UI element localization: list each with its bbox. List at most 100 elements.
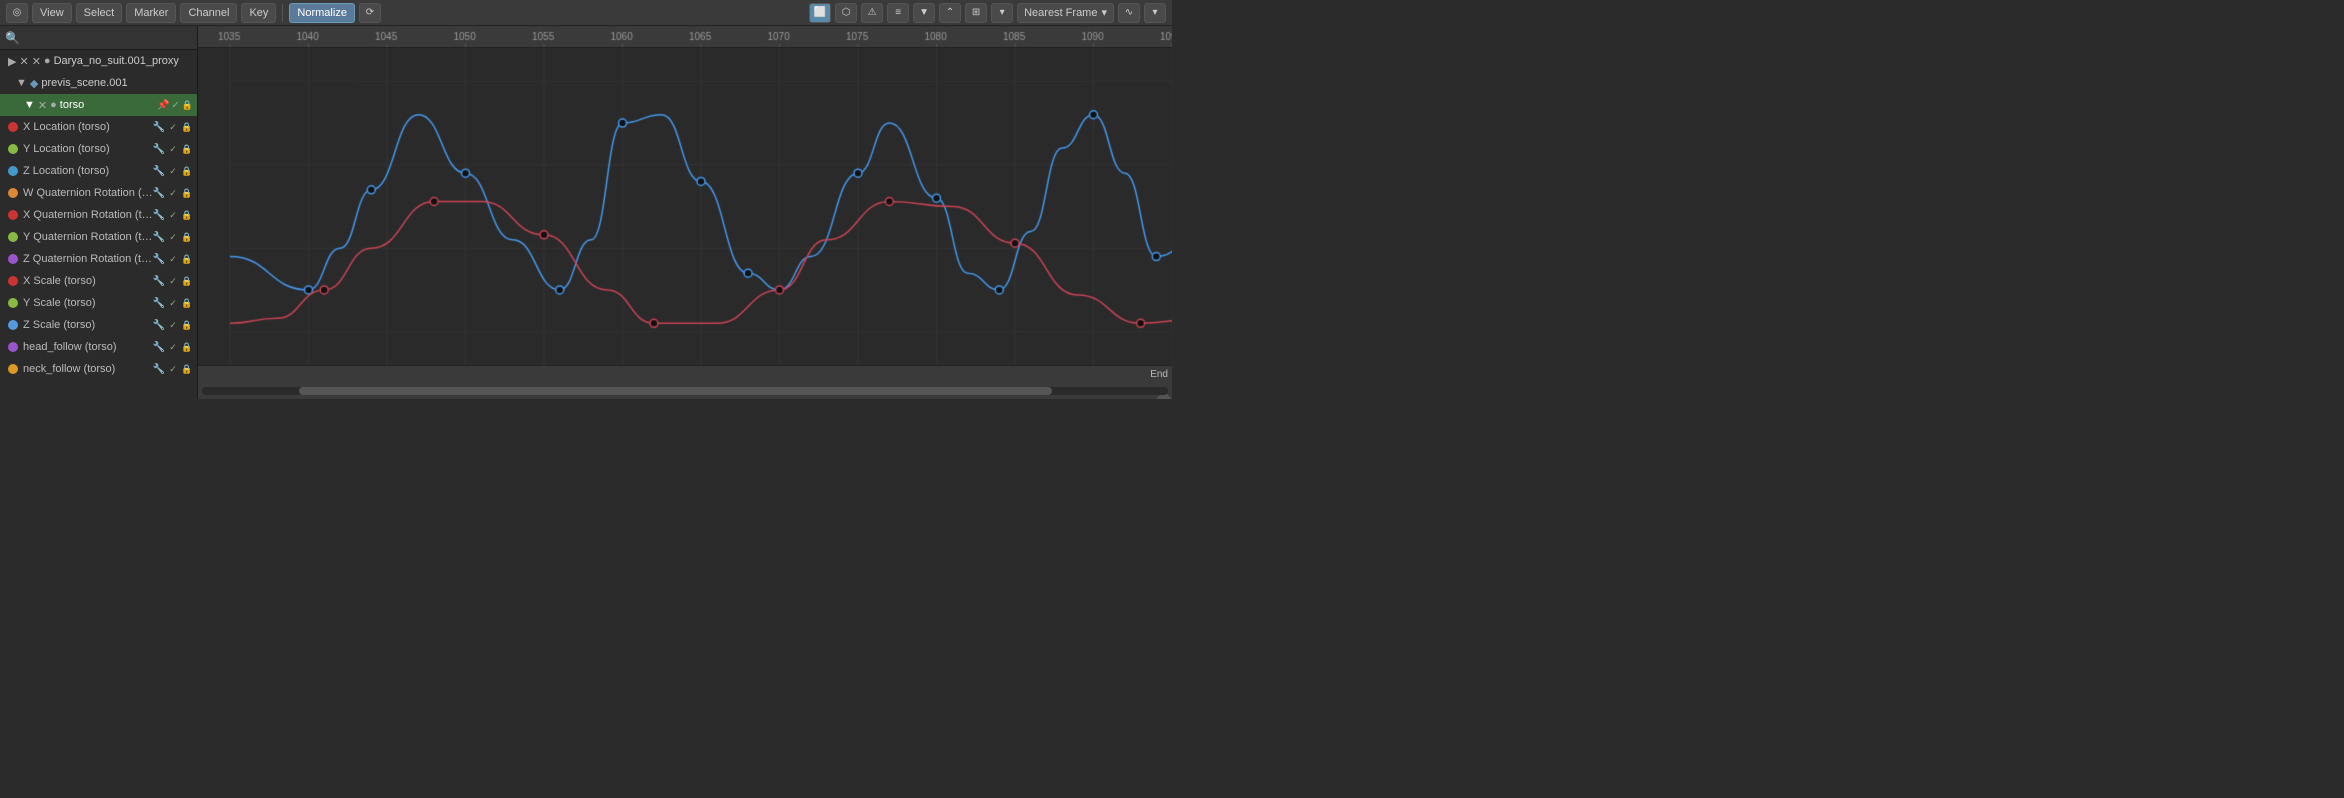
channel-item-w_quat[interactable]: W Quaternion Rotation (torso) 🔧 ✓ 🔒 [0,182,197,204]
channel-color-dot [8,122,18,132]
select-circle-icon[interactable]: ⬡ [835,3,857,23]
channel-color-dot [8,210,18,220]
end-label: End [1150,369,1168,380]
pin-icon: 📌 [157,100,169,111]
scrollbar-track[interactable] [202,387,1168,395]
channel-item-z_quat[interactable]: Z Quaternion Rotation (torso) 🔧 ✓ 🔒 [0,248,197,270]
wrench-icon: 🔧 [153,341,165,353]
graph-canvas-container[interactable]: 0.00 -0.05 -0.10 -0.15 [198,48,1172,365]
channel-icons: 🔧 ✓ 🔒 [153,209,193,221]
channel-item-y_scale[interactable]: Y Scale (torso) 🔧 ✓ 🔒 [0,292,197,314]
collapse-icon: ▶ [8,55,16,68]
channel-color-dot [8,276,18,286]
wrench-icon: 🔧 [153,143,165,155]
nearest-frame-chevron: ▾ [1101,6,1107,19]
channel-item-y_quat[interactable]: Y Quaternion Rotation (torso) 🔧 ✓ 🔒 [0,226,197,248]
channel-label: Z Quaternion Rotation (torso) [23,253,153,265]
lock-icon: 🔒 [181,143,193,155]
graph-area: 0.00 -0.05 -0.10 -0.15 End [198,26,1172,399]
lock-icon: 🔒 [181,363,193,375]
check-icon: ✓ [167,275,179,287]
wrench-icon: 🔧 [153,209,165,221]
filter-icon[interactable]: ▼ [913,3,935,23]
channel-item-z_scale[interactable]: Z Scale (torso) 🔧 ✓ 🔒 [0,314,197,336]
check-icon: ✓ [167,187,179,199]
lock-icon: 🔒 [181,341,193,353]
channel-menu[interactable]: Channel [180,3,237,23]
editor-type-icon[interactable]: ◎ [6,3,28,23]
bone-icon: ✕ [38,99,47,112]
channel-item-head_follow[interactable]: head_follow (torso) 🔧 ✓ 🔒 [0,336,197,358]
channel-color-dot [8,342,18,352]
tree-container[interactable]: ▶ ✕ ✕ ● Darya_no_suit.001_proxy ▼ ◆ prev… [0,50,197,399]
check-icon: ✓ [167,121,179,133]
check-icon: ✓ [167,363,179,375]
wrench-icon: 🔧 [153,165,165,177]
snap-dropdown[interactable]: ▾ [991,3,1013,23]
channel-icons: 🔧 ✓ 🔒 [153,231,193,243]
channel-label: W Quaternion Rotation (torso) [23,187,153,199]
filter-icon-tree: ✕ [19,55,28,68]
lock-icon: 🔒 [181,297,193,309]
list-icon[interactable]: ≡ [887,3,909,23]
channels-list: X Location (torso) 🔧 ✓ 🔒 Y Location (tor… [0,116,197,380]
check-icon: ✓ [167,319,179,331]
channel-icons: 🔧 ✓ 🔒 [153,165,193,177]
bottom-bar: End [198,365,1172,383]
select-menu[interactable]: Select [76,3,123,23]
channel-item-z_location[interactable]: Z Location (torso) 🔧 ✓ 🔒 [0,160,197,182]
channel-icons: 🔧 ✓ 🔒 [153,297,193,309]
lock-icon: 🔒 [181,165,193,177]
tree-bone-item[interactable]: ▼ ✕ ● torso 📌 ✓ 🔒 [0,94,197,116]
filter-dropdown[interactable]: ⌃ [939,3,961,23]
interpolation-icon[interactable]: ∿ [1118,3,1140,23]
wrench-icon: 🔧 [153,231,165,243]
view-menu[interactable]: View [32,3,72,23]
scene-label: previs_scene.001 [41,77,127,89]
channel-color-dot [8,254,18,264]
lock-icon-bone: 🔒 [182,100,193,111]
lock-icon: 🔒 [181,209,193,221]
normalize-button[interactable]: Normalize [289,3,355,23]
snap-icon[interactable]: ⊞ [965,3,987,23]
wrench-icon: 🔧 [153,187,165,199]
graph-canvas [198,48,1172,365]
refresh-icon[interactable]: ⟳ [359,3,381,23]
channel-label: Y Location (torso) [23,143,153,155]
nearest-frame-label: Nearest Frame [1024,7,1097,19]
interpolation-dropdown[interactable]: ▾ [1144,3,1166,23]
channel-item-y_location[interactable]: Y Location (torso) 🔧 ✓ 🔒 [0,138,197,160]
wrench-icon: 🔧 [153,319,165,331]
key-menu[interactable]: Key [241,3,276,23]
lock-icon: 🔒 [181,187,193,199]
lock-icon: 🔒 [181,253,193,265]
channel-item-neck_follow[interactable]: neck_follow (torso) 🔧 ✓ 🔒 [0,358,197,380]
channel-icons: 🔧 ✓ 🔒 [153,363,193,375]
bone-label: torso [60,99,157,111]
tree-root-item[interactable]: ▶ ✕ ✕ ● Darya_no_suit.001_proxy [0,50,197,72]
channel-icons: 🔧 ✓ 🔒 [153,253,193,265]
marker-menu[interactable]: Marker [126,3,176,23]
warning-icon[interactable]: ⚠ [861,3,883,23]
channel-color-dot [8,232,18,242]
nearest-frame-select[interactable]: Nearest Frame ▾ [1017,3,1114,23]
tree-scene-item[interactable]: ▼ ◆ previs_scene.001 [0,72,197,94]
select-box-icon[interactable]: ⬜ [809,3,831,23]
wrench-icon: 🔧 [153,121,165,133]
scrollbar-area [198,383,1172,399]
channel-color-dot [8,144,18,154]
eye-icon-2: ● [50,99,57,111]
check-icon: ✓ [167,209,179,221]
channel-item-x_scale[interactable]: X Scale (torso) 🔧 ✓ 🔒 [0,270,197,292]
channel-icons: 🔧 ✓ 🔒 [153,275,193,287]
channel-label: X Quaternion Rotation (torso) [23,209,153,221]
scene-icon: ◆ [30,77,38,90]
channel-icons: 🔧 ✓ 🔒 [153,121,193,133]
check-icon: ✓ [167,231,179,243]
channel-item-x_quat[interactable]: X Quaternion Rotation (torso) 🔧 ✓ 🔒 [0,204,197,226]
lock-icon: 🔒 [181,231,193,243]
scrollbar-thumb[interactable] [299,387,1052,395]
channel-item-x_location[interactable]: X Location (torso) 🔧 ✓ 🔒 [0,116,197,138]
check-icon: ✓ [167,253,179,265]
wrench-icon: 🔧 [153,363,165,375]
